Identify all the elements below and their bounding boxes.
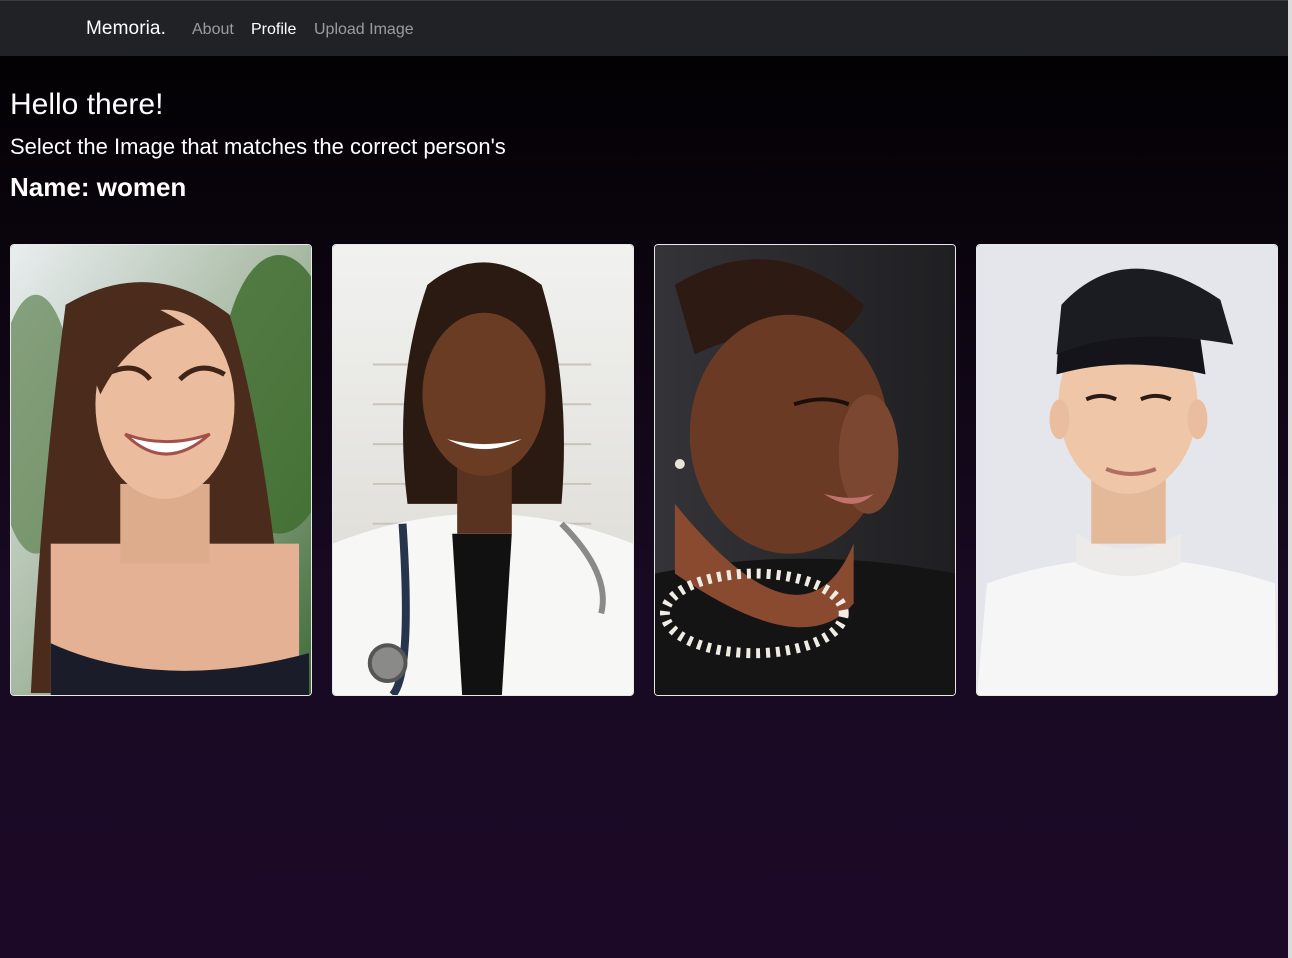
image-option-3[interactable] xyxy=(654,244,956,696)
page-instruction: Select the Image that matches the correc… xyxy=(10,134,506,159)
window-edge xyxy=(1288,0,1292,958)
image-option-4[interactable] xyxy=(976,244,1278,696)
image-option-2[interactable] xyxy=(332,244,634,696)
target-name-label: Name: xyxy=(10,172,90,202)
target-name-value: women xyxy=(96,172,187,202)
navbar: Memoria. About Profile Upload Image xyxy=(0,0,1288,56)
portrait-photo-icon xyxy=(11,245,311,695)
image-option-1[interactable] xyxy=(10,244,312,696)
portrait-photo-icon xyxy=(655,245,955,695)
nav-link-upload-image[interactable]: Upload Image xyxy=(314,21,414,39)
portrait-photo-icon xyxy=(977,245,1277,695)
page-greeting: Hello there! xyxy=(10,88,164,121)
nav-link-about[interactable]: About xyxy=(192,21,234,39)
portrait-photo-icon xyxy=(333,245,633,695)
nav-link-profile[interactable]: Profile xyxy=(251,21,296,39)
target-name: Name: women xyxy=(10,172,186,203)
brand-logo[interactable]: Memoria. xyxy=(86,18,166,40)
